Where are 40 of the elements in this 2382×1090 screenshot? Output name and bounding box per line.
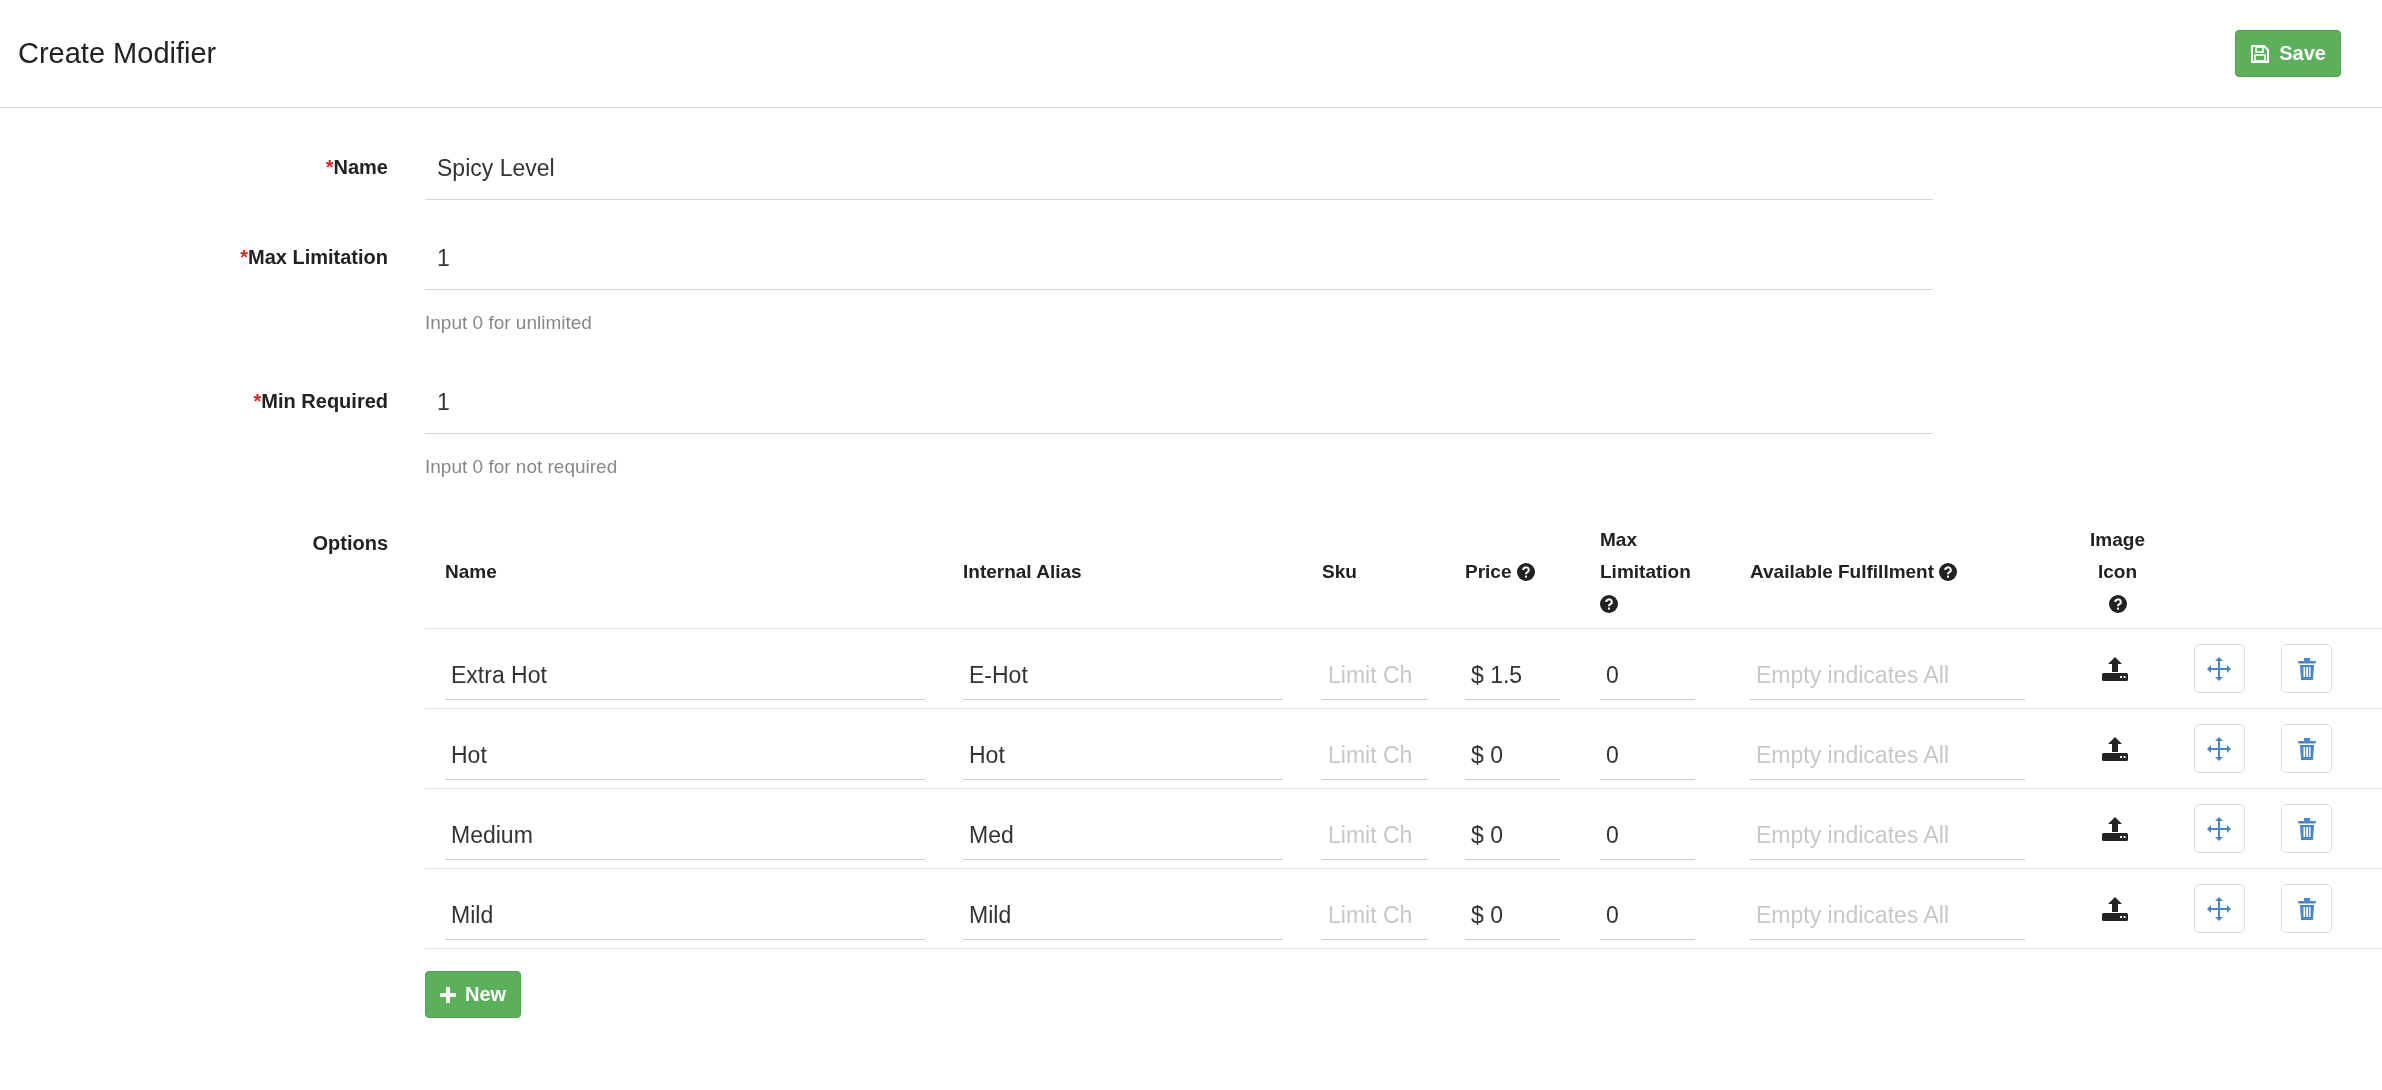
hint-text: Input 0 for not required bbox=[425, 456, 619, 478]
move-button[interactable] bbox=[2193, 724, 2245, 773]
plus-icon bbox=[440, 986, 456, 1003]
column-header: Sku bbox=[1322, 561, 1357, 582]
move-button[interactable] bbox=[2193, 644, 2245, 693]
delete-button[interactable] bbox=[2281, 644, 2332, 693]
column-header: Name bbox=[445, 561, 497, 582]
page-title: Create Modifier bbox=[18, 37, 217, 70]
column-header: Max Limitation bbox=[1600, 529, 1691, 582]
column-header: Available Fulfillment bbox=[1750, 561, 1935, 582]
column-header: Internal Alias bbox=[963, 561, 1082, 582]
trash-icon bbox=[2297, 737, 2316, 760]
trash-icon bbox=[2297, 657, 2316, 680]
upload-icon[interactable] bbox=[2102, 896, 2128, 921]
field-label: *Max Limitation bbox=[239, 245, 388, 270]
delete-button[interactable] bbox=[2281, 804, 2332, 853]
move-button[interactable] bbox=[2193, 884, 2245, 933]
help-icon[interactable] bbox=[1516, 563, 1535, 581]
field-label: *Min Required bbox=[252, 389, 388, 414]
move-icon bbox=[2207, 736, 2231, 761]
delete-button[interactable] bbox=[2281, 724, 2332, 773]
field-label: Options bbox=[311, 531, 388, 556]
move-button[interactable] bbox=[2193, 804, 2245, 853]
hint-text: Input 0 for unlimited bbox=[425, 312, 593, 334]
help-icon[interactable] bbox=[2108, 595, 2127, 613]
help-icon[interactable] bbox=[1600, 595, 1618, 613]
upload-icon[interactable] bbox=[2102, 656, 2128, 681]
help-icon[interactable] bbox=[1939, 563, 1958, 581]
trash-icon bbox=[2297, 817, 2316, 840]
move-icon bbox=[2207, 816, 2231, 841]
delete-button[interactable] bbox=[2281, 884, 2332, 933]
upload-icon[interactable] bbox=[2102, 816, 2128, 841]
move-icon bbox=[2207, 656, 2231, 681]
save-icon bbox=[2250, 43, 2271, 64]
column-header: Price bbox=[1465, 561, 1512, 582]
move-icon bbox=[2207, 896, 2231, 921]
upload-icon[interactable] bbox=[2102, 736, 2128, 761]
trash-icon bbox=[2297, 897, 2316, 920]
field-label: *Name bbox=[324, 155, 388, 180]
column-header: Image Icon bbox=[2089, 528, 2146, 584]
